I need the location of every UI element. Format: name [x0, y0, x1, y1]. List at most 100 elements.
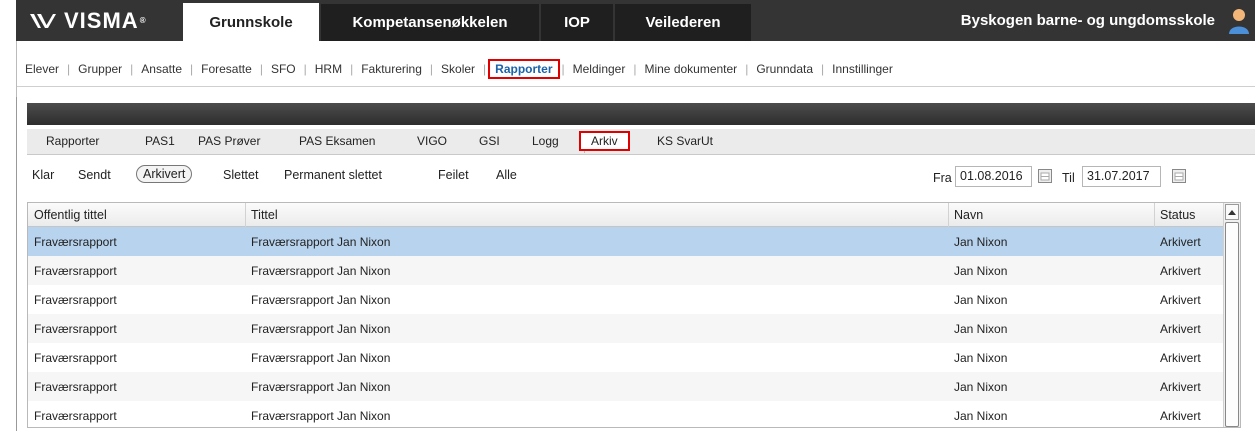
table-row[interactable]: Fraværsrapport Fraværsrapport Jan Nixon Ja…	[28, 372, 1240, 401]
table-row[interactable]: Fraværsrapport Fraværsrapport Jan Nixon Ja…	[28, 285, 1240, 314]
to-date-input[interactable]: 31.07.2017	[1082, 166, 1161, 187]
table-row[interactable]: Fraværsrapport Fraværsrapport Jan Nixon Ja…	[28, 401, 1240, 427]
table-row[interactable]: Fraværsrapport Fraværsrapport Jan Nixon Ja…	[28, 343, 1240, 372]
table-cell: Fraværsrapport Jan Nixon	[251, 293, 391, 307]
top-bar: VISMA ® Grunnskole Kompetansenøkkelen IOP…	[16, 0, 1255, 41]
table-cell: Fraværsrapport	[34, 235, 117, 249]
table-cell: Fraværsrapport Jan Nixon	[251, 409, 391, 423]
table-cell: Fraværsrapport	[34, 293, 117, 307]
filter-arkivert[interactable]: Arkivert	[136, 165, 193, 183]
visma-logo-icon	[30, 13, 56, 28]
table-cell: Fraværsrapport	[34, 322, 117, 336]
column-header[interactable]: Navn	[954, 208, 983, 222]
subnav-item-meldinger[interactable]: Meldinger	[565, 62, 634, 76]
filter-klar[interactable]: Klar	[32, 168, 54, 182]
subnav-item-grupper[interactable]: Grupper	[70, 62, 130, 76]
to-label: Til	[1062, 171, 1075, 185]
column-header[interactable]: Status	[1160, 208, 1195, 222]
report-table: Offentlig tittel Tittel Navn Status Frav…	[27, 202, 1241, 428]
subnav-item-sfo[interactable]: SFO	[263, 62, 304, 76]
visma-logo[interactable]: VISMA ®	[16, 0, 181, 41]
table-cell: Fraværsrapport	[34, 264, 117, 278]
table-cell: Jan Nixon	[954, 264, 1008, 278]
table-cell: Arkivert	[1160, 409, 1201, 423]
table-row[interactable]: Fraværsrapport Fraværsrapport Jan Nixon Ja…	[28, 314, 1240, 343]
table-cell: Jan Nixon	[954, 293, 1008, 307]
column-divider	[948, 203, 949, 227]
scrollbar[interactable]	[1223, 203, 1240, 427]
tab-vigo[interactable]: VIGO	[417, 134, 447, 148]
column-header[interactable]: Offentlig tittel	[34, 208, 107, 222]
tab-arkiv[interactable]: Arkiv	[579, 131, 630, 151]
table-cell: Jan Nixon	[954, 409, 1008, 423]
table-cell: Arkivert	[1160, 235, 1201, 249]
filter-sendt[interactable]: Sendt	[78, 168, 111, 182]
table-cell: Fraværsrapport Jan Nixon	[251, 322, 391, 336]
column-divider	[1154, 203, 1155, 227]
table-header: Offentlig tittel Tittel Navn Status	[28, 203, 1240, 227]
filter-alle[interactable]: Alle	[496, 168, 517, 182]
nav-separator: |	[483, 62, 487, 76]
table-cell: Jan Nixon	[954, 351, 1008, 365]
table-cell: Arkivert	[1160, 351, 1201, 365]
from-date-input[interactable]: 01.08.2016	[955, 166, 1032, 187]
logo-text: VISMA	[64, 7, 139, 33]
subnav-item-hrm[interactable]: HRM	[307, 62, 350, 76]
subnav-item-grunndata[interactable]: Grunndata	[748, 62, 821, 76]
table-cell: Fraværsrapport	[34, 409, 117, 423]
tab-pas-eksamen[interactable]: PAS Eksamen	[299, 134, 375, 148]
scrollbar-thumb[interactable]	[1225, 222, 1239, 427]
subnav-item-innstillinger[interactable]: Innstillinger	[824, 62, 901, 76]
tab-logg[interactable]: Logg	[532, 134, 559, 148]
content-panel: Rapporter PAS1 PAS Prøver PAS Eksamen VI…	[16, 97, 1255, 431]
table-cell: Arkivert	[1160, 380, 1201, 394]
tab-ks-svarut[interactable]: KS SvarUt	[657, 134, 713, 148]
tab-gsi[interactable]: GSI	[479, 134, 500, 148]
table-cell: Jan Nixon	[954, 380, 1008, 394]
sub-navigation: Elever | Grupper | Ansatte | Foresatte | SFO | HRM…	[16, 41, 1255, 97]
subnav-item-mine-dokumenter[interactable]: Mine dokumenter	[636, 62, 745, 76]
user-icon[interactable]	[1227, 8, 1251, 34]
column-header[interactable]: Tittel	[251, 208, 278, 222]
subnav-item-rapporter[interactable]: Rapporter	[488, 59, 560, 79]
filter-slettet[interactable]: Slettet	[223, 168, 258, 182]
divider	[17, 86, 1255, 87]
from-label: Fra	[933, 171, 952, 185]
table-cell: Fraværsrapport Jan Nixon	[251, 264, 391, 278]
table-cell: Fraværsrapport Jan Nixon	[251, 351, 391, 365]
subnav-item-elever[interactable]: Elever	[17, 62, 67, 76]
table-row[interactable]: Fraværsrapport Fraværsrapport Jan Nixon Ja…	[28, 256, 1240, 285]
tab-veilederen[interactable]: Veilederen	[615, 4, 751, 41]
table-cell: Arkivert	[1160, 293, 1201, 307]
subnav-item-fakturering[interactable]: Fakturering	[353, 62, 430, 76]
calendar-icon[interactable]	[1171, 168, 1187, 184]
tab-rapporter[interactable]: Rapporter	[46, 134, 99, 148]
tab-iop[interactable]: IOP	[541, 4, 613, 41]
filter-feilet[interactable]: Feilet	[438, 168, 469, 182]
status-filters: Klar Sendt Arkivert Slettet Permanent sl…	[27, 164, 1255, 188]
panel-header-bar	[27, 103, 1255, 125]
table-cell: Arkivert	[1160, 322, 1201, 336]
table-cell: Fraværsrapport	[34, 351, 117, 365]
table-cell: Fraværsrapport Jan Nixon	[251, 235, 391, 249]
tab-kompetansenokkelen[interactable]: Kompetansenøkkelen	[321, 4, 539, 41]
table-cell: Fraværsrapport Jan Nixon	[251, 380, 391, 394]
table-cell: Fraværsrapport	[34, 380, 117, 394]
subnav-item-skoler[interactable]: Skoler	[433, 62, 483, 76]
school-name[interactable]: Byskogen barne- og ungdomsskole	[961, 0, 1215, 41]
subnav-item-ansatte[interactable]: Ansatte	[133, 62, 190, 76]
scroll-up-icon[interactable]	[1225, 204, 1239, 220]
report-tabs: Rapporter PAS1 PAS Prøver PAS Eksamen VI…	[27, 129, 1255, 155]
table-cell: Arkivert	[1160, 264, 1201, 278]
column-divider	[245, 203, 246, 227]
table-row[interactable]: Fraværsrapport Fraværsrapport Jan Nixon Ja…	[28, 227, 1240, 256]
tab-grunnskole[interactable]: Grunnskole	[183, 3, 319, 41]
subnav-items: Elever | Grupper | Ansatte | Foresatte | SFO | HRM…	[17, 59, 901, 79]
table-cell: Jan Nixon	[954, 235, 1008, 249]
table-cell: Jan Nixon	[954, 322, 1008, 336]
tab-pas-prover[interactable]: PAS Prøver	[198, 134, 260, 148]
filter-permanent-slettet[interactable]: Permanent slettet	[284, 168, 382, 182]
tab-pas1[interactable]: PAS1	[145, 134, 175, 148]
subnav-item-foresatte[interactable]: Foresatte	[193, 62, 260, 76]
calendar-icon[interactable]	[1037, 168, 1053, 184]
